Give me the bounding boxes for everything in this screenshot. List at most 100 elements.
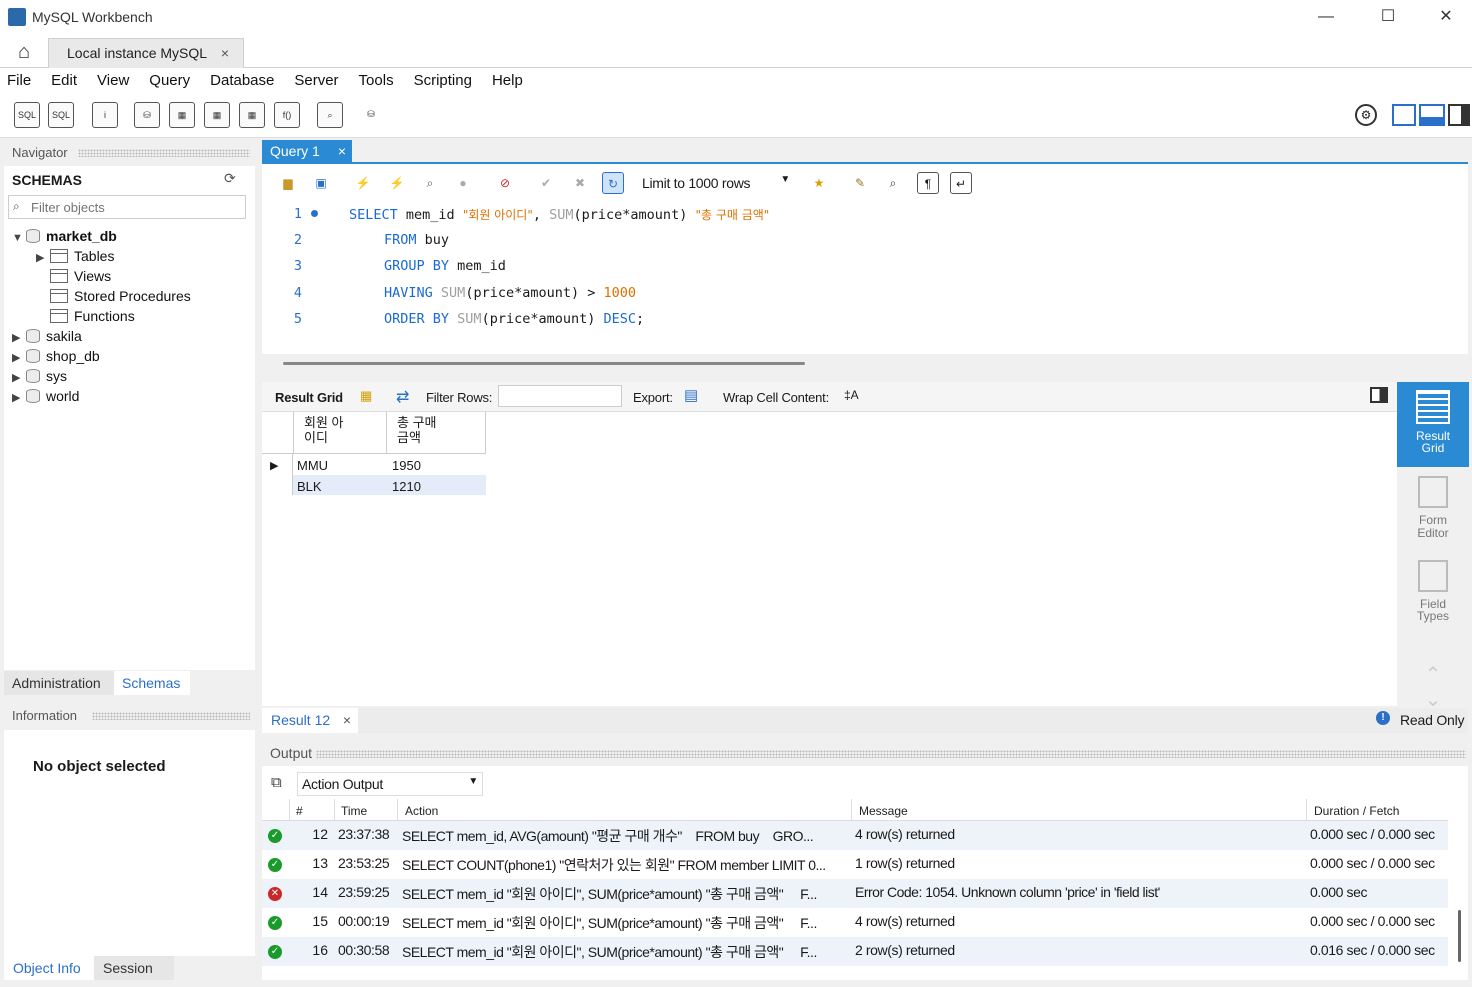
close-tab-icon[interactable]: × xyxy=(338,143,346,159)
tree-item-views[interactable]: Views xyxy=(50,268,111,288)
open-folder-icon[interactable]: ▆ xyxy=(277,172,299,194)
tab-schemas[interactable]: Schemas xyxy=(114,671,190,695)
toggle-secondary-sidebar-icon[interactable] xyxy=(1448,104,1470,126)
tree-item-sys[interactable]: ▶ sys xyxy=(12,368,67,388)
tab-administration[interactable]: Administration xyxy=(4,671,114,695)
reconnect-icon[interactable]: ⛁ xyxy=(358,102,384,128)
code-line-1: SELECT mem_id "회원 아이디", SUM(price*amount… xyxy=(349,207,770,223)
search-table-data-icon[interactable]: ⌕ xyxy=(317,102,343,128)
error-icon: ✕ xyxy=(268,887,282,901)
wrap-lines-icon[interactable]: ↵ xyxy=(950,172,972,194)
toggle-panel-icon[interactable] xyxy=(1370,387,1388,403)
menu-database[interactable]: Database xyxy=(210,68,274,89)
editor-horizontal-scrollbar[interactable] xyxy=(283,362,805,365)
menu-query[interactable]: Query xyxy=(149,68,190,89)
menu-edit[interactable]: Edit xyxy=(51,68,77,89)
sql-editor[interactable] xyxy=(262,202,1468,354)
folder-function-icon xyxy=(50,309,68,323)
add-snippet-icon[interactable]: ★ xyxy=(808,172,830,194)
create-function-icon[interactable]: f() xyxy=(274,102,300,128)
rollback-icon[interactable]: ✖ xyxy=(569,172,591,194)
limit-rows-select[interactable]: Limit to 1000 rows ▼ xyxy=(642,172,794,194)
collapsed-arrow-icon[interactable]: ▶ xyxy=(12,371,26,384)
menu-file[interactable]: File xyxy=(7,68,31,89)
grid-column-header-member-id[interactable]: 회원 아 이디 xyxy=(293,412,387,454)
output-vertical-scrollbar[interactable] xyxy=(1458,910,1461,962)
filter-rows-input[interactable] xyxy=(498,385,622,407)
explain-icon[interactable]: ⌕ xyxy=(419,172,441,194)
tree-item-world[interactable]: ▶ world xyxy=(12,388,79,408)
refresh-icon[interactable]: ⇄ xyxy=(396,387,409,407)
autocommit-icon[interactable]: ↻ xyxy=(602,172,624,194)
toggle-output-icon[interactable] xyxy=(1419,104,1445,126)
chevron-down-icon[interactable]: ▼ xyxy=(780,174,790,185)
tree-item-tables[interactable]: ▶ Tables xyxy=(36,248,114,268)
maximize-button[interactable]: ☐ xyxy=(1366,4,1410,30)
execute-icon[interactable]: ⚡ xyxy=(352,172,374,194)
result-grid-side-button[interactable]: Result Grid xyxy=(1397,382,1469,467)
tree-item-stored-procedures[interactable]: Stored Procedures xyxy=(50,288,191,308)
collapsed-arrow-icon[interactable]: ▶ xyxy=(36,251,50,264)
menu-view[interactable]: View xyxy=(97,68,129,89)
create-table-icon[interactable]: ▦ xyxy=(169,102,195,128)
output-type-select[interactable]: Action Output ▼ xyxy=(297,772,483,796)
menu-help[interactable]: Help xyxy=(492,68,523,89)
stop-icon[interactable]: ● xyxy=(452,172,474,194)
execute-current-icon[interactable]: ⚡ xyxy=(386,172,408,194)
tab-local-instance[interactable]: Local instance MySQL × xyxy=(48,38,244,68)
collapsed-arrow-icon[interactable]: ▶ xyxy=(12,331,26,344)
create-procedure-icon[interactable]: ▦ xyxy=(239,102,265,128)
wrap-cell-icon[interactable]: ‡A xyxy=(844,388,859,402)
table-row[interactable]: ✓ 15 00:00:19 SELECT mem_id "회원 아이디", SU… xyxy=(262,908,1448,937)
refresh-icon[interactable]: ⟳ xyxy=(224,170,236,187)
close-button[interactable]: ✕ xyxy=(1424,4,1468,30)
invisible-chars-icon[interactable]: ¶ xyxy=(917,172,939,194)
find-icon[interactable]: ⌕ xyxy=(882,172,904,194)
tab-object-info[interactable]: Object Info xyxy=(4,956,94,980)
tree-item-functions[interactable]: Functions xyxy=(50,308,135,328)
grid-view-icon[interactable]: ▦ xyxy=(360,388,372,404)
table-row[interactable]: ✓ 13 23:53:25 SELECT COUNT(phone1) "연락처가… xyxy=(262,850,1448,879)
menu-scripting[interactable]: Scripting xyxy=(414,68,472,89)
menu-tools[interactable]: Tools xyxy=(359,68,394,89)
close-tab-icon[interactable]: × xyxy=(221,45,229,61)
beautify-icon[interactable]: ✎ xyxy=(849,172,871,194)
tree-item-market-db[interactable]: ▼ market_db xyxy=(12,228,117,248)
new-sql-tab-icon[interactable]: SQL xyxy=(14,102,40,128)
filter-objects-input[interactable] xyxy=(31,198,241,216)
commit-icon[interactable]: ✔ xyxy=(535,172,557,194)
filter-objects-box[interactable]: ⌕ xyxy=(8,195,246,219)
copy-icon[interactable]: ⧉ xyxy=(271,774,282,791)
tab-query-1[interactable]: Query 1 × xyxy=(262,140,352,163)
preferences-gear-icon[interactable]: ⚙ xyxy=(1355,104,1377,126)
toggle-error-continue-icon[interactable]: ⊘ xyxy=(494,172,516,194)
table-row[interactable]: ✕ 14 23:59:25 SELECT mem_id "회원 아이디", SU… xyxy=(262,879,1448,908)
form-editor-side-button[interactable]: Form Editor xyxy=(1397,476,1469,546)
create-schema-icon[interactable]: ⛁ xyxy=(134,102,160,128)
collapsed-arrow-icon[interactable]: ▶ xyxy=(12,351,26,364)
create-view-icon[interactable]: ▦ xyxy=(204,102,230,128)
menu-server[interactable]: Server xyxy=(294,68,338,89)
tree-item-sakila[interactable]: ▶ sakila xyxy=(12,328,82,348)
home-icon[interactable]: ⌂ xyxy=(4,38,44,66)
scroll-arrows-icon[interactable]: ⌃ ⌄ xyxy=(1397,662,1469,712)
table-row[interactable]: BLK 1210 xyxy=(293,475,486,495)
table-row[interactable]: MMU 1950 xyxy=(293,454,486,475)
table-row[interactable]: ✓ 16 00:30:58 SELECT mem_id "회원 아이디", SU… xyxy=(262,937,1448,966)
minimize-button[interactable]: — xyxy=(1304,4,1348,30)
toggle-sidebar-icon[interactable] xyxy=(1392,104,1416,126)
inspector-icon[interactable]: i xyxy=(92,102,118,128)
table-row[interactable]: ✓ 12 23:37:38 SELECT mem_id, AVG(amount)… xyxy=(262,821,1448,850)
save-icon[interactable]: ▣ xyxy=(310,172,332,194)
collapsed-arrow-icon[interactable]: ▶ xyxy=(12,391,26,404)
tab-session[interactable]: Session xyxy=(94,956,174,980)
grid-column-header-total[interactable]: 총 구매 금액 xyxy=(387,412,486,454)
tab-result-12[interactable]: Result 12 × xyxy=(262,708,358,733)
chevron-down-icon[interactable]: ▼ xyxy=(468,776,478,787)
export-icon[interactable]: ▤ xyxy=(684,386,698,404)
expanded-arrow-icon[interactable]: ▼ xyxy=(12,232,26,244)
open-sql-file-icon[interactable]: SQL xyxy=(48,102,74,128)
tree-item-shop-db[interactable]: ▶ shop_db xyxy=(12,348,100,368)
close-tab-icon[interactable]: × xyxy=(343,712,351,728)
field-types-side-button[interactable]: Field Types xyxy=(1397,560,1469,630)
